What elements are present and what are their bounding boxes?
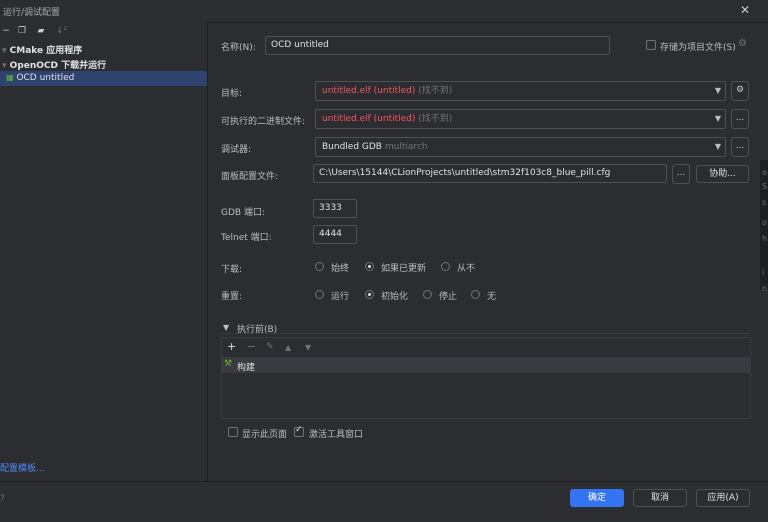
gear-icon: ⚙ (735, 85, 745, 95)
download-always-label: 始终 (331, 264, 350, 274)
strip-text: o (762, 218, 767, 227)
debugger-value: Bundled GDB (322, 142, 382, 152)
gdb-port-input[interactable]: 3333 (313, 199, 357, 218)
reset-init-label: 初始化 (381, 292, 409, 302)
config-tree-pane (0, 22, 208, 481)
activate-tool-window-label: 激活工具窗口 (309, 430, 364, 440)
show-page-label: 显示此页面 (242, 430, 288, 440)
copy-icon[interactable]: ❐ (17, 26, 27, 36)
strip-text: h (762, 234, 768, 243)
reset-none-label: 无 (487, 292, 497, 302)
strip-text: s (762, 198, 767, 207)
minus-icon[interactable]: − (1, 26, 11, 36)
board-config-input[interactable]: C:\Users\15144\CLionProjects\untitled\st… (313, 164, 667, 183)
board-config-label: 面板配置文件: (221, 172, 279, 182)
collapse-chevron-icon[interactable]: ▼ (223, 323, 229, 332)
download-if-updated-radio[interactable] (365, 262, 374, 271)
debugger-combo[interactable]: Bundled GDB multiarch ▼ (315, 137, 726, 157)
executable-hint: (找不到) (418, 114, 453, 124)
telnet-port-label: Telnet 端口: (221, 233, 272, 243)
strip-text: S (762, 182, 768, 191)
board-config-browse-button[interactable]: ... (672, 164, 690, 184)
tree-item-ocd-untitled[interactable]: ▦ OCD untitled (6, 73, 74, 83)
target-combo[interactable]: untitled.elf (untitled) (找不到) ▼ (315, 81, 726, 101)
show-page-checkbox[interactable] (228, 427, 238, 437)
download-never-label: 从不 (457, 264, 476, 274)
reset-halt-radio[interactable] (423, 290, 432, 299)
cancel-button[interactable]: 取消 (633, 489, 687, 507)
download-always-radio[interactable] (315, 262, 324, 271)
remove-icon[interactable]: − (247, 341, 256, 352)
close-icon[interactable]: ✕ (738, 3, 752, 17)
folder-add-icon[interactable]: ▰ (36, 26, 46, 36)
chevron-down-icon: ▼ (714, 142, 721, 151)
build-task-label: 构建 (237, 363, 256, 373)
chevron-down-icon: ▼ (714, 114, 721, 123)
store-as-project-label: 存储为项目文件(S) (660, 43, 736, 53)
name-input[interactable]: OCD untitled (265, 36, 610, 55)
strip-text: i (762, 268, 765, 277)
target-settings-button[interactable]: ⚙ (731, 81, 749, 101)
target-hint: (找不到) (418, 86, 453, 96)
name-label: 名称(N): (221, 43, 256, 53)
apply-button[interactable]: 应用(A) (696, 489, 750, 507)
debugger-browse-button[interactable]: ... (731, 137, 749, 157)
title-bar: 运行/调试配置 ✕ (0, 0, 768, 23)
download-label: 下载: (221, 265, 243, 275)
reset-none-radio[interactable] (471, 290, 480, 299)
help-icon[interactable]: ? (0, 494, 5, 504)
add-icon[interactable]: + (227, 341, 236, 352)
window-title: 运行/调试配置 (3, 8, 61, 18)
reset-run-label: 运行 (331, 292, 350, 302)
ocd-icon: ▦ (6, 73, 14, 82)
debugger-hint: multiarch (384, 142, 428, 152)
strip-text: o (762, 168, 767, 177)
reset-label: 重置: (221, 292, 243, 302)
before-launch-row-build[interactable] (222, 357, 750, 373)
before-launch-list (221, 337, 751, 419)
executable-label: 可执行的二进制文件: (221, 117, 306, 127)
edit-icon[interactable]: ✎ (266, 342, 274, 352)
tree-item-openocd[interactable]: ▾ OpenOCD 下载并运行 (2, 58, 106, 71)
sort-icon[interactable]: ↓² (56, 26, 67, 36)
gdb-port-label: GDB 端口: (221, 208, 265, 218)
activate-tool-window-checkbox[interactable] (294, 425, 304, 437)
download-never-radio[interactable] (441, 262, 450, 271)
download-if-updated-label: 如果已更新 (381, 264, 427, 274)
ok-button[interactable]: 确定 (570, 489, 624, 507)
before-launch-title[interactable]: 执行前(B) (237, 322, 277, 335)
chevron-down-icon: ▼ (714, 86, 721, 95)
up-icon[interactable]: ▲ (285, 343, 291, 352)
executable-combo[interactable]: untitled.elf (untitled) (找不到) ▼ (315, 109, 726, 129)
target-label: 目标: (221, 89, 243, 99)
assist-button[interactable]: 协助... (696, 165, 749, 183)
reset-run-radio[interactable] (315, 290, 324, 299)
target-value: untitled.elf (untitled) (322, 86, 416, 96)
hammer-icon: ⚒ (224, 359, 233, 369)
strip-text: n (762, 284, 768, 293)
gear-icon[interactable]: ⚙ (738, 38, 747, 49)
tree-item-cmake[interactable]: ▾ CMake 应用程序 (2, 43, 82, 56)
executable-browse-button[interactable]: ... (731, 109, 749, 129)
edit-templates-link[interactable]: 配置模板... (0, 461, 45, 474)
store-as-project-checkbox[interactable] (646, 40, 656, 50)
telnet-port-input[interactable]: 4444 (313, 225, 357, 244)
reset-halt-label: 停止 (439, 292, 458, 302)
executable-value: untitled.elf (untitled) (322, 114, 416, 124)
debugger-label: 调试器: (221, 145, 252, 155)
down-icon[interactable]: ▼ (305, 343, 311, 352)
before-launch-separator (220, 333, 750, 334)
reset-init-radio[interactable] (365, 290, 374, 299)
